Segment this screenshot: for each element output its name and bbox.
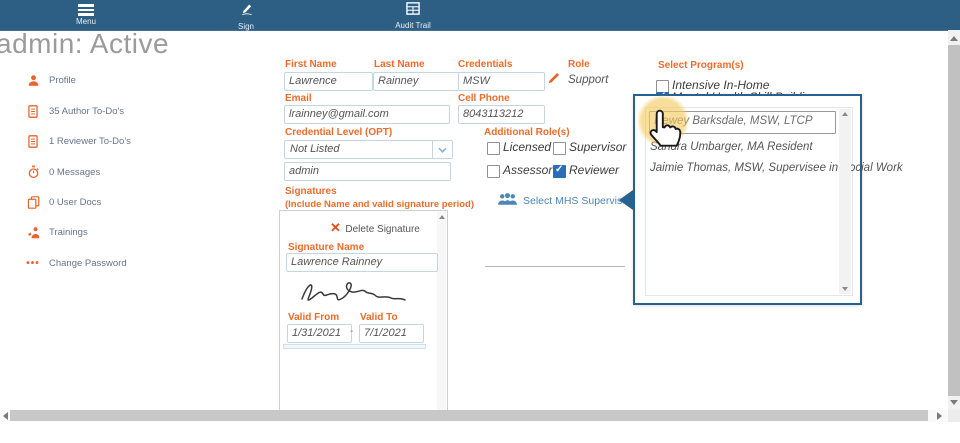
popup-scrollbar[interactable] — [839, 109, 851, 294]
people-group-icon[interactable] — [497, 192, 518, 211]
sidebar-item-trainings[interactable]: Trainings — [26, 225, 88, 239]
valid-to-field[interactable]: 7/1/2021 — [359, 324, 424, 343]
stopwatch-icon — [26, 165, 40, 179]
supervisor-label: Supervisor — [569, 140, 626, 154]
role-label: Role — [568, 59, 590, 70]
additional-roles-label: Additional Role(s) — [484, 127, 570, 138]
page-title: admin: Active — [0, 28, 169, 60]
delete-signature-button[interactable]: ✕ Delete Signature — [330, 219, 420, 237]
person-icon — [26, 73, 40, 87]
scroll-down-icon[interactable] — [842, 287, 848, 291]
vertical-scrollbar[interactable] — [948, 30, 960, 410]
sidebar-item-label: Profile — [49, 75, 76, 86]
scroll-up-button[interactable] — [948, 32, 960, 44]
chevron-down-icon[interactable] — [432, 141, 452, 158]
scroll-right-button[interactable] — [934, 410, 944, 422]
menu-button[interactable]: Menu — [66, 2, 106, 28]
signature-pad-bar — [283, 344, 426, 349]
cell-phone-label: Cell Phone — [458, 93, 510, 104]
sidebar-item-messages[interactable]: 0 Messages — [26, 165, 100, 179]
app-screen: Menu Sign Audit Trail admin: Active Prof… — [0, 0, 960, 443]
licensed-label: Licensed — [503, 140, 551, 154]
assessor-checkbox[interactable] — [487, 165, 500, 178]
supervisor-checkbox[interactable] — [553, 142, 566, 155]
scroll-down-button[interactable] — [948, 396, 960, 408]
assessor-label: Assessor — [503, 163, 552, 177]
date-range-separator: - — [350, 326, 353, 337]
audit-table-icon — [406, 2, 420, 19]
audit-trail-button[interactable]: Audit Trail — [385, 2, 441, 28]
hand-cursor-icon — [645, 107, 683, 160]
divider-line — [485, 266, 625, 267]
menu-icon — [66, 4, 106, 16]
credential-level-value: Not Listed — [290, 143, 340, 155]
credentials-field[interactable]: MSW — [458, 72, 545, 91]
sidebar-item-label: 1 Reviewer To-Do's — [49, 136, 131, 147]
vertical-scroll-thumb[interactable] — [948, 45, 960, 396]
menu-label: Menu — [66, 17, 106, 26]
edit-role-pencil-icon[interactable] — [547, 71, 561, 90]
signatures-scrollbar[interactable] — [437, 212, 446, 410]
popup-callout-arrow — [619, 190, 633, 210]
signatures-note: (Include Name and valid signature period… — [285, 199, 474, 210]
sign-button[interactable]: Sign — [226, 2, 266, 28]
documents-icon — [26, 195, 40, 209]
audit-trail-label: Audit Trail — [385, 21, 441, 30]
dots-icon: ••• — [26, 256, 40, 270]
credentials-label: Credentials — [458, 59, 512, 70]
supervisor-option[interactable]: Jaimie Thomas, MSW, Supervisee in Social… — [650, 162, 903, 174]
sidebar-item-label: 0 Messages — [49, 167, 100, 178]
signature-name-label: Signature Name — [288, 242, 364, 253]
horizontal-scrollbar[interactable] — [0, 410, 948, 422]
reviewer-checkbox[interactable] — [553, 165, 566, 178]
select-programs-label: Select Program(s) — [658, 60, 744, 71]
sidebar-item-reviewer-todos[interactable]: 1 Reviewer To-Do's — [26, 134, 131, 148]
reviewer-label: Reviewer — [569, 163, 619, 177]
sign-label: Sign — [226, 22, 266, 31]
signatures-label: Signatures — [285, 186, 337, 197]
first-name-field[interactable]: Lawrence — [284, 72, 373, 91]
licensed-checkbox[interactable] — [487, 142, 500, 155]
cell-phone-field[interactable]: 8043113212 — [458, 105, 545, 124]
scroll-up-icon[interactable] — [439, 215, 445, 219]
scroll-up-icon[interactable] — [842, 112, 848, 116]
signature-name-field[interactable]: Lawrence Rainney — [286, 253, 438, 272]
last-name-label: Last Name — [374, 59, 425, 70]
select-mhs-supervisor-link[interactable]: Select MHS Supervisor — [523, 195, 632, 207]
email-label: Email — [285, 93, 312, 104]
valid-from-field[interactable]: 1/31/2021 — [287, 324, 352, 343]
signature-image — [294, 273, 414, 312]
sidebar-item-profile[interactable]: Profile — [26, 73, 76, 87]
credential-level-label: Credential Level (OPT) — [285, 127, 392, 138]
valid-from-label: Valid From — [288, 312, 339, 323]
email-field[interactable]: lrainney@gmail.com — [284, 105, 450, 124]
training-icon — [26, 225, 40, 239]
sidebar-item-change-password[interactable]: ••• Change Password — [26, 256, 127, 270]
sidebar-item-label: 0 User Docs — [49, 197, 101, 208]
sidebar-item-author-todos[interactable]: 35 Author To-Do's — [26, 104, 124, 118]
credential-level-dropdown[interactable]: Not Listed — [284, 140, 453, 159]
delete-signature-label: Delete Signature — [345, 224, 420, 235]
admin-field[interactable]: admin — [284, 162, 451, 181]
todo-list-icon — [26, 104, 40, 118]
scroll-left-button[interactable] — [0, 410, 10, 422]
delete-x-icon: ✕ — [330, 220, 341, 235]
scrollbar-corner — [948, 410, 960, 422]
sidebar-item-label: 35 Author To-Do's — [49, 106, 124, 117]
sidebar-item-user-docs[interactable]: 0 User Docs — [26, 195, 101, 209]
horizontal-scroll-thumb[interactable] — [10, 410, 928, 421]
last-name-field[interactable]: Rainney — [373, 72, 460, 91]
sidebar-item-label: Trainings — [49, 227, 88, 238]
todo-list-icon — [26, 134, 40, 148]
first-name-label: First Name — [285, 59, 337, 70]
valid-to-label: Valid To — [360, 312, 398, 323]
role-value: Support — [568, 74, 608, 86]
sign-pen-icon — [239, 3, 254, 20]
toolbar: Menu Sign Audit Trail — [0, 0, 960, 31]
sidebar-item-label: Change Password — [49, 258, 127, 269]
